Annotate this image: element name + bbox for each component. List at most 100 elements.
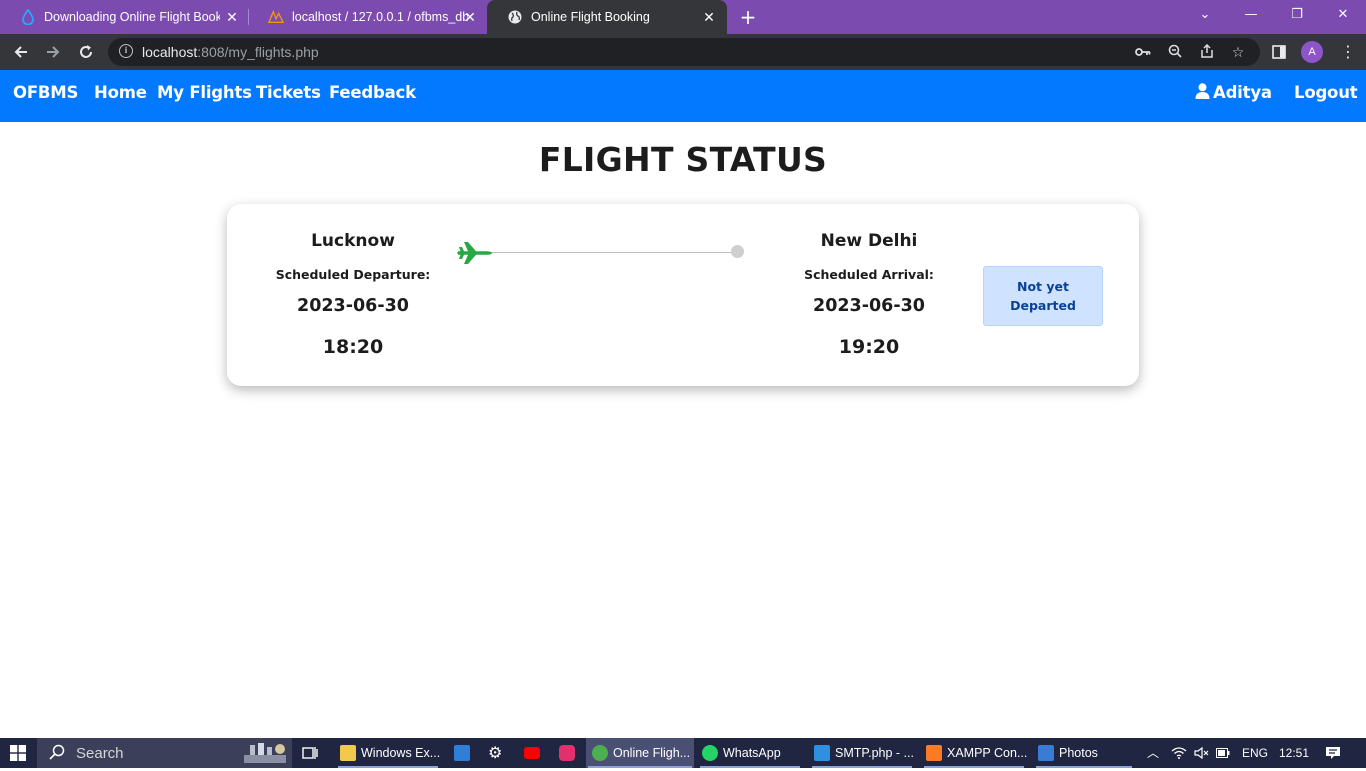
origin-city: Lucknow: [311, 231, 395, 251]
tab-search-button[interactable]: ⌄: [1182, 0, 1228, 30]
arrival-time: 19:20: [838, 336, 900, 358]
zoom-icon[interactable]: [1166, 44, 1184, 62]
share-icon[interactable]: [1198, 43, 1216, 62]
forward-button[interactable]: [41, 40, 65, 64]
tab-online-flight-booking[interactable]: Online Flight Booking ✕: [487, 0, 727, 34]
departure-date: 2023-06-30: [297, 296, 409, 316]
taskbar-photos[interactable]: Photos: [1034, 738, 1134, 768]
departure-label: Scheduled Departure:: [275, 267, 431, 282]
start-button[interactable]: [0, 738, 36, 768]
drop-icon: [20, 9, 36, 25]
photos-icon: [1038, 745, 1054, 761]
nav-home-link[interactable]: Home: [94, 83, 147, 102]
nav-my-flights-link[interactable]: My Flights: [157, 83, 252, 102]
plane-icon: [457, 242, 492, 264]
taskbar-item-label: WhatsApp: [723, 746, 781, 760]
close-icon[interactable]: ✕: [462, 9, 478, 25]
battery-icon[interactable]: [1214, 738, 1232, 768]
share-arrow-icon: [1201, 43, 1213, 58]
wifi-icon[interactable]: [1168, 738, 1190, 768]
action-center-icon: [1326, 747, 1340, 759]
tab-title: Downloading Online Flight Booki: [44, 10, 220, 24]
taskbar-xampp[interactable]: XAMPP Con...: [922, 738, 1028, 768]
instagram-icon[interactable]: [559, 745, 575, 761]
mail-icon[interactable]: [454, 745, 470, 761]
close-icon[interactable]: ✕: [224, 9, 240, 25]
battery-shape-icon: [1216, 748, 1230, 758]
tab-downloading[interactable]: Downloading Online Flight Booki ✕: [0, 0, 250, 34]
tab-title: localhost / 127.0.0.1 / ofbms_db /: [292, 10, 468, 24]
search-placeholder: Search: [76, 745, 124, 762]
show-hidden-icons-chevron-icon[interactable]: ︿: [1144, 738, 1162, 768]
nav-tickets-link[interactable]: Tickets: [256, 83, 321, 102]
arrival-date: 2023-06-30: [813, 296, 925, 316]
url-text: localhost:808/my_flights.php: [142, 44, 319, 60]
minimize-button[interactable]: —: [1228, 0, 1274, 30]
volume-muted-icon[interactable]: [1192, 738, 1212, 768]
user-name: Aditya: [1213, 83, 1272, 102]
taskbar-chrome[interactable]: Online Fligh...: [586, 738, 694, 768]
route-line: [491, 252, 737, 253]
flight-status-card: Lucknow Scheduled Departure: 2023-06-30 …: [227, 204, 1139, 386]
browser-menu-icon[interactable]: ⋮: [1338, 40, 1358, 64]
brand-logo-link[interactable]: OFBMS: [13, 83, 78, 102]
language-indicator[interactable]: ENG: [1238, 738, 1272, 768]
search-icon: [49, 744, 67, 762]
page-title: FLIGHT STATUS: [538, 140, 828, 179]
browser-tab-bar: Downloading Online Flight Booki ✕ localh…: [0, 0, 1366, 34]
nav-feedback-link[interactable]: Feedback: [329, 83, 416, 102]
taskbar-item-label: Photos: [1059, 746, 1098, 760]
windows-taskbar: Search Windows Ex... ⚙ Online Fligh... W…: [0, 738, 1366, 768]
vscode-icon: [814, 745, 830, 761]
system-clock[interactable]: 12:51: [1274, 738, 1314, 768]
url-bar[interactable]: i localhost:808/my_flights.php ☆: [108, 38, 1260, 66]
key-icon[interactable]: [1134, 44, 1152, 62]
phpmyadmin-icon: [268, 9, 284, 25]
windows-logo-icon: [10, 745, 26, 761]
search-highlight-icon: [244, 743, 286, 763]
taskbar-item-label: XAMPP Con...: [947, 746, 1028, 760]
taskbar-vscode[interactable]: SMTP.php - ...: [810, 738, 914, 768]
reload-button[interactable]: [74, 40, 98, 64]
close-icon[interactable]: ✕: [701, 9, 717, 25]
flight-status-badge: Not yet Departed: [983, 266, 1103, 326]
speaker-icon: [1194, 746, 1209, 760]
url-host: localhost: [142, 44, 198, 60]
profile-avatar[interactable]: A: [1301, 41, 1323, 63]
youtube-icon[interactable]: [524, 747, 540, 759]
whatsapp-icon: [702, 745, 718, 761]
tab-phpmyadmin[interactable]: localhost / 127.0.0.1 / ofbms_db / ✕: [248, 0, 488, 34]
reload-icon: [80, 45, 92, 58]
taskbar-item-label: Online Fligh...: [613, 746, 691, 760]
taskbar-item-label: Windows Ex...: [361, 746, 441, 760]
task-view-icon: [302, 747, 318, 759]
user-profile-link[interactable]: Aditya: [1195, 83, 1272, 102]
chrome-icon: [592, 745, 608, 761]
tab-title: Online Flight Booking: [531, 10, 650, 24]
settings-gear-icon[interactable]: ⚙: [488, 738, 508, 768]
site-info-icon[interactable]: i: [119, 44, 133, 58]
forward-arrow-icon: [47, 46, 60, 58]
magnifier-icon: [1168, 44, 1182, 58]
taskbar-whatsapp[interactable]: WhatsApp: [698, 738, 802, 768]
taskbar-item-label: SMTP.php - ...: [835, 746, 914, 760]
wifi-signal-icon: [1171, 747, 1187, 759]
departure-time: 18:20: [322, 336, 384, 358]
notifications-icon[interactable]: [1320, 738, 1346, 768]
address-toolbar: i localhost:808/my_flights.php ☆ A ⋮: [0, 34, 1366, 70]
task-view-button[interactable]: [302, 738, 324, 768]
arrival-label: Scheduled Arrival:: [804, 267, 934, 282]
taskbar-file-explorer[interactable]: Windows Ex...: [336, 738, 440, 768]
logout-link[interactable]: Logout: [1294, 83, 1358, 102]
url-path: :808/my_flights.php: [197, 44, 319, 60]
panel-icon: [1272, 45, 1286, 59]
restore-button[interactable]: ❐: [1274, 0, 1320, 30]
xampp-icon: [926, 745, 942, 761]
new-tab-button[interactable]: +: [736, 5, 760, 29]
side-panel-icon[interactable]: [1267, 40, 1291, 64]
back-button[interactable]: [9, 40, 33, 64]
site-navbar: OFBMS Home My Flights Tickets Feedback A…: [0, 70, 1366, 122]
bookmark-star-icon[interactable]: ☆: [1229, 44, 1247, 62]
taskbar-search-box[interactable]: Search: [37, 738, 292, 768]
window-close-button[interactable]: ✕: [1320, 0, 1366, 30]
